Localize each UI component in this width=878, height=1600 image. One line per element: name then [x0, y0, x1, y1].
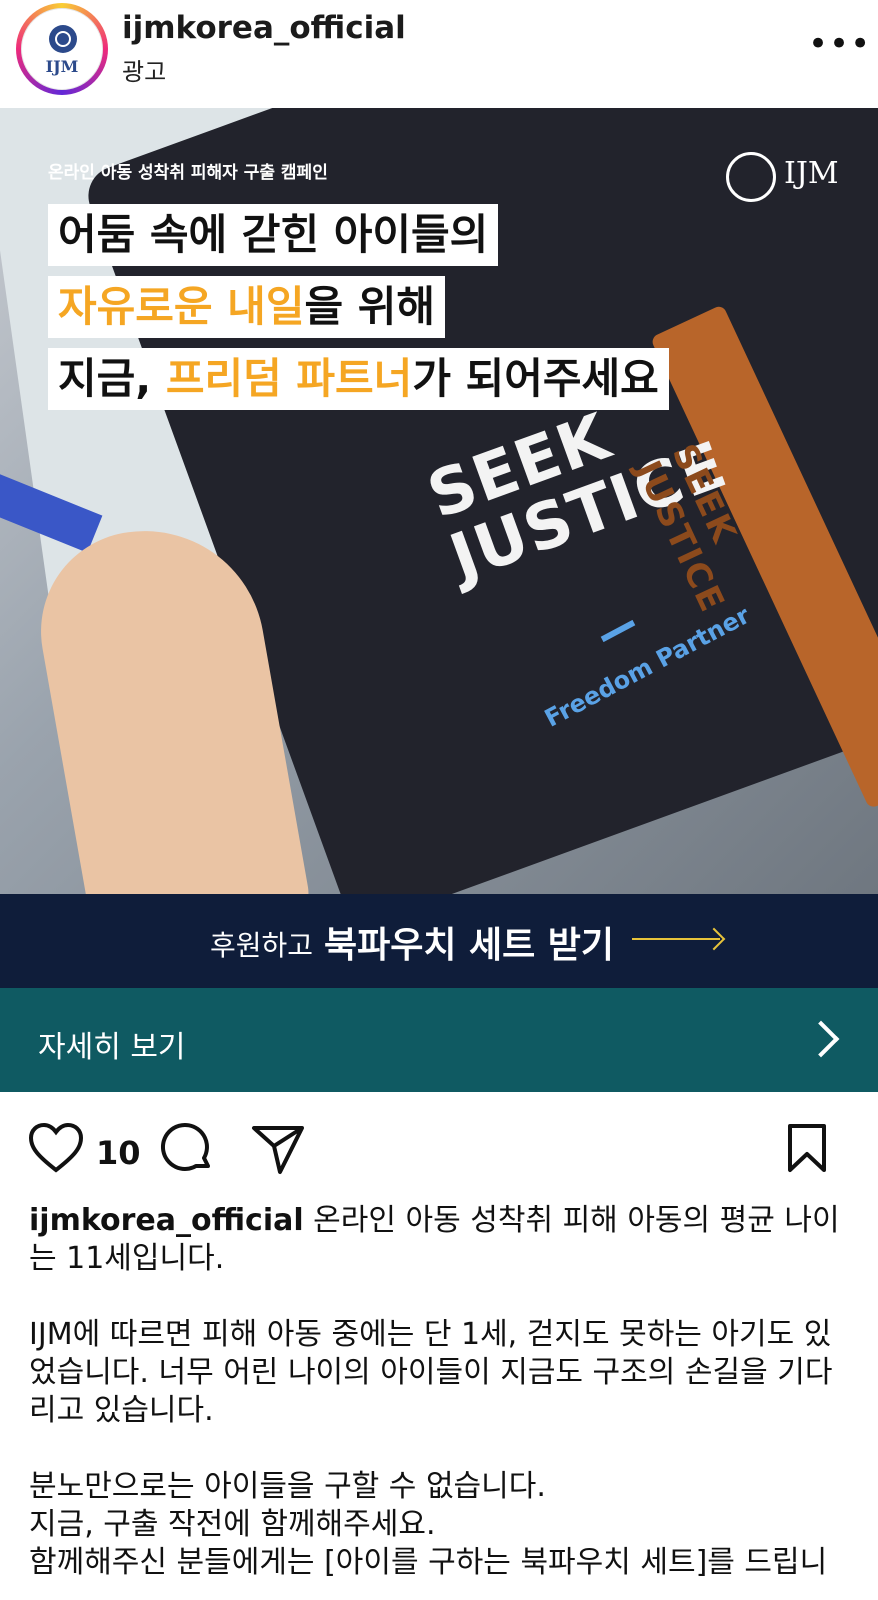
caption-paragraph-1: ijmkorea_official 온라인 아동 성착취 피해 아동의 평균 나… [29, 1202, 855, 1278]
ad-image[interactable]: SEEK JUSTICE Freedom Partner SEEK JUSTIC… [0, 108, 878, 894]
cta-main-text: 북파우치 세트 받기 [324, 925, 615, 966]
campaign-label: 온라인 아동 성착취 피해자 구출 캠페인 [48, 163, 328, 183]
caption-paragraph-2: IJM에 따르면 피해 아동 중에는 단 1세, 걷지도 못하는 아기도 있었습… [29, 1317, 833, 1428]
headline-text: 지금, [58, 354, 166, 403]
arrow-right-icon [632, 938, 720, 940]
ijm-globe-icon [726, 152, 776, 202]
chevron-right-icon [802, 1020, 840, 1058]
avatar-logo-text: IJM [45, 57, 79, 76]
avatar-image: IJM [21, 8, 103, 90]
like-count[interactable]: 10 [96, 1134, 141, 1172]
headline-text: 가 되어주세요 [412, 354, 659, 403]
headline-text: 을 위해 [304, 282, 436, 331]
sponsored-label: 광고 [122, 58, 167, 86]
headline-line-3: 지금, 프리덤 파트너가 되어주세요 [48, 348, 669, 410]
headline-line-1: 어둠 속에 갇힌 아이들의 [48, 204, 499, 266]
headline-highlight: 프리덤 파트너 [165, 354, 413, 403]
username[interactable]: ijmkorea_official [122, 10, 406, 46]
headline-highlight: 자유로운 내일 [58, 282, 305, 331]
bookmark-icon[interactable] [786, 1122, 828, 1174]
post-caption: ijmkorea_official 온라인 아동 성착취 피해 아동의 평균 나… [29, 1202, 855, 1582]
learn-more-label: 자세히 보기 [38, 1030, 186, 1065]
post-header: IJM ijmkorea_official 광고 ••• [0, 0, 878, 108]
learn-more-button[interactable]: 자세히 보기 [0, 988, 878, 1092]
heart-icon[interactable] [28, 1122, 84, 1174]
avatar[interactable]: IJM [16, 3, 108, 95]
caption-line: 분노만으로는 아이들을 구할 수 없습니다. [29, 1469, 546, 1504]
headline-line-2: 자유로운 내일을 위해 [48, 276, 446, 338]
post-actions: 10 [0, 1092, 878, 1202]
ijm-logo-text: IJM [784, 156, 839, 191]
more-horizontal-icon[interactable]: ••• [808, 27, 871, 61]
cta-small-text: 후원하고 [210, 929, 314, 962]
cta-banner[interactable]: 후원하고 북파우치 세트 받기 [0, 894, 878, 988]
caption-username[interactable]: ijmkorea_official [29, 1203, 304, 1238]
share-icon[interactable] [250, 1122, 306, 1176]
caption-line: 함께해주신 분들에게는 [아이를 구하는 북파우치 세트]를 드립니 [29, 1545, 828, 1580]
headline-text: 어둠 속에 갇힌 아이들의 [58, 210, 489, 259]
caption-line: 지금, 구출 작전에 함께해주세요. [29, 1507, 436, 1542]
globe-icon [49, 25, 77, 53]
comment-icon[interactable] [160, 1122, 214, 1176]
